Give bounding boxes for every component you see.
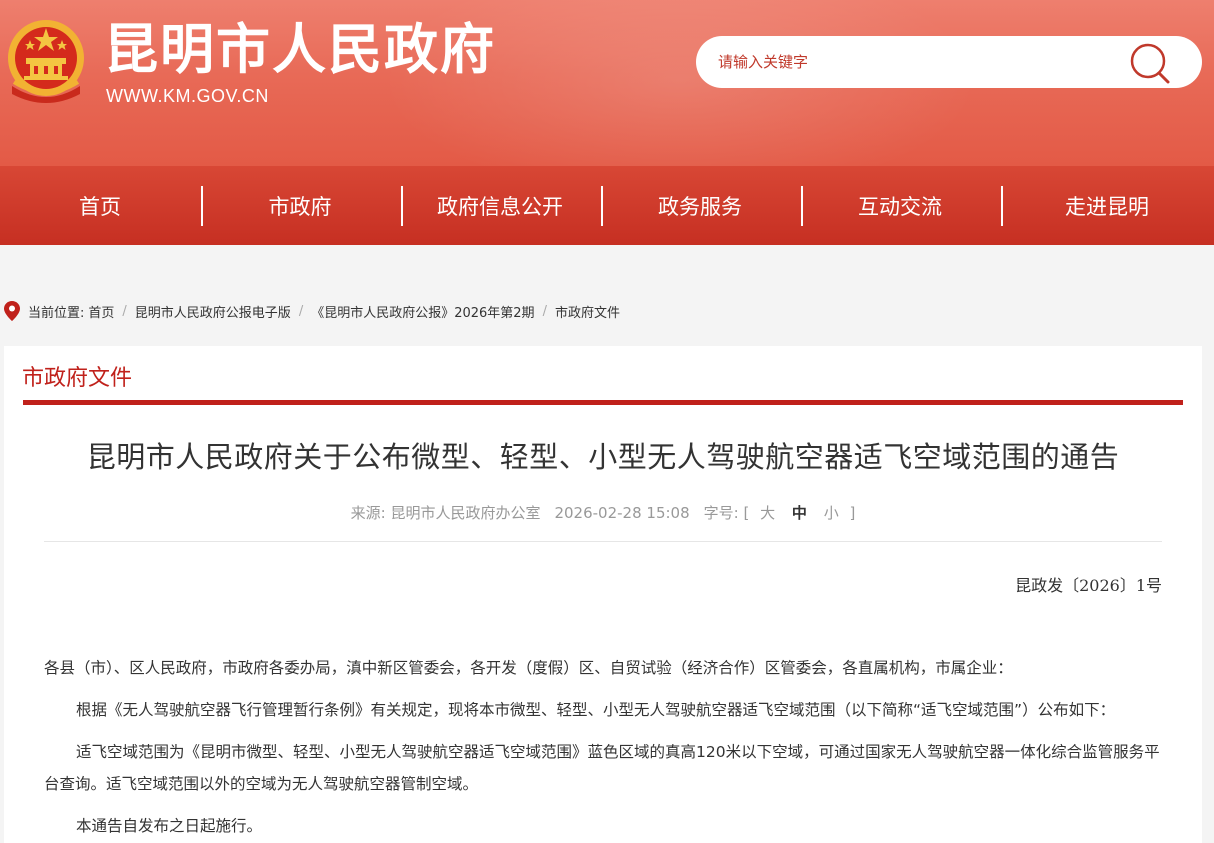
font-size-small-button[interactable]: 小 [824, 504, 839, 522]
breadcrumb-separator: / [542, 303, 547, 319]
section-title: 市政府文件 [22, 366, 133, 391]
breadcrumb-issue[interactable]: 《昆明市人民政府公报》2026年第2期 [311, 302, 534, 321]
breadcrumb-home[interactable]: 首页 [88, 302, 114, 321]
article-meta: 来源: 昆明市人民政府办公室 2026-02-28 15:08 字号: [ 大 中 … [4, 502, 1202, 523]
breadcrumb: 当前位置: 首页 / 昆明市人民政府公报电子版 / 《昆明市人民政府公报》202… [4, 296, 620, 326]
breadcrumb-separator: / [122, 303, 127, 319]
nav-item-city-government[interactable]: 市政府 [200, 166, 400, 245]
font-size-medium-button[interactable]: 中 [792, 504, 807, 522]
bracket-open: [ [743, 504, 750, 522]
site-url: WWW.KM.GOV.CN [106, 86, 269, 106]
breadcrumb-current[interactable]: 市政府文件 [555, 302, 620, 321]
nav-item-label: 政府信息公开 [437, 194, 563, 219]
search-box [696, 36, 1202, 88]
font-size-label: 字号: [703, 504, 739, 522]
breadcrumb-separator: / [298, 303, 304, 319]
font-size-large-button[interactable]: 大 [760, 504, 775, 522]
nav-divider [601, 186, 603, 226]
nav-item-interaction[interactable]: 互动交流 [800, 166, 1000, 245]
location-pin-icon [4, 301, 20, 321]
article-paragraph: 本通告自发布之日起施行。 [76, 817, 263, 835]
nav-item-label: 市政府 [268, 194, 332, 219]
article-title: 昆明市人民政府关于公布微型、轻型、小型无人驾驶航空器适飞空域范围的通告 [86, 440, 1120, 474]
nav-divider [401, 186, 403, 226]
article-date: 2026-02-28 15:08 [554, 504, 690, 522]
document-number: 昆政发〔2026〕1号 [1015, 576, 1162, 595]
meta-divider [44, 541, 1162, 542]
search-input[interactable] [718, 36, 1118, 88]
breadcrumb-gazette[interactable]: 昆明市人民政府公报电子版 [135, 302, 291, 321]
nav-item-label: 走进昆明 [1065, 194, 1149, 219]
bracket-close: ] [849, 504, 856, 522]
section-divider [23, 400, 1183, 405]
nav-item-gov-services[interactable]: 政务服务 [600, 166, 800, 245]
article-source: 来源: 昆明市人民政府办公室 [350, 504, 541, 522]
article-paragraph: 适飞空域范围为《昆明市微型、轻型、小型无人驾驶航空器适飞空域范围》蓝色区域的真高… [44, 743, 1160, 793]
main-nav: 首页 市政府 政府信息公开 政务服务 互动交流 走进昆明 [0, 166, 1214, 245]
site-title: 昆明市人民政府 [104, 18, 496, 81]
search-icon[interactable] [1128, 42, 1172, 84]
nav-item-label: 政务服务 [658, 194, 742, 219]
nav-divider [1001, 186, 1003, 226]
nav-item-label: 互动交流 [858, 194, 942, 219]
nav-divider [801, 186, 803, 226]
nav-item-gov-info-disclosure[interactable]: 政府信息公开 [400, 166, 600, 245]
article-paragraph: 各县（市）、区人民政府，市政府各委办局，滇中新区管委会，各开发（度假）区、自贸试… [44, 659, 1013, 677]
article-paragraph: 根据《无人驾驶航空器飞行管理暂行条例》有关规定，现将本市微型、轻型、小型无人驾驶… [76, 701, 1116, 719]
breadcrumb-label: 当前位置: [28, 305, 85, 321]
nav-item-about-kunming[interactable]: 走进昆明 [1000, 166, 1214, 245]
nav-item-home[interactable]: 首页 [0, 166, 200, 245]
nav-item-label: 首页 [79, 194, 121, 219]
site-header: 昆明市人民政府 WWW.KM.GOV.CN [0, 0, 1214, 166]
content-card: 市政府文件 昆明市人民政府关于公布微型、轻型、小型无人驾驶航空器适飞空域范围的通… [4, 346, 1202, 843]
national-emblem-icon [8, 20, 84, 103]
nav-divider [201, 186, 203, 226]
